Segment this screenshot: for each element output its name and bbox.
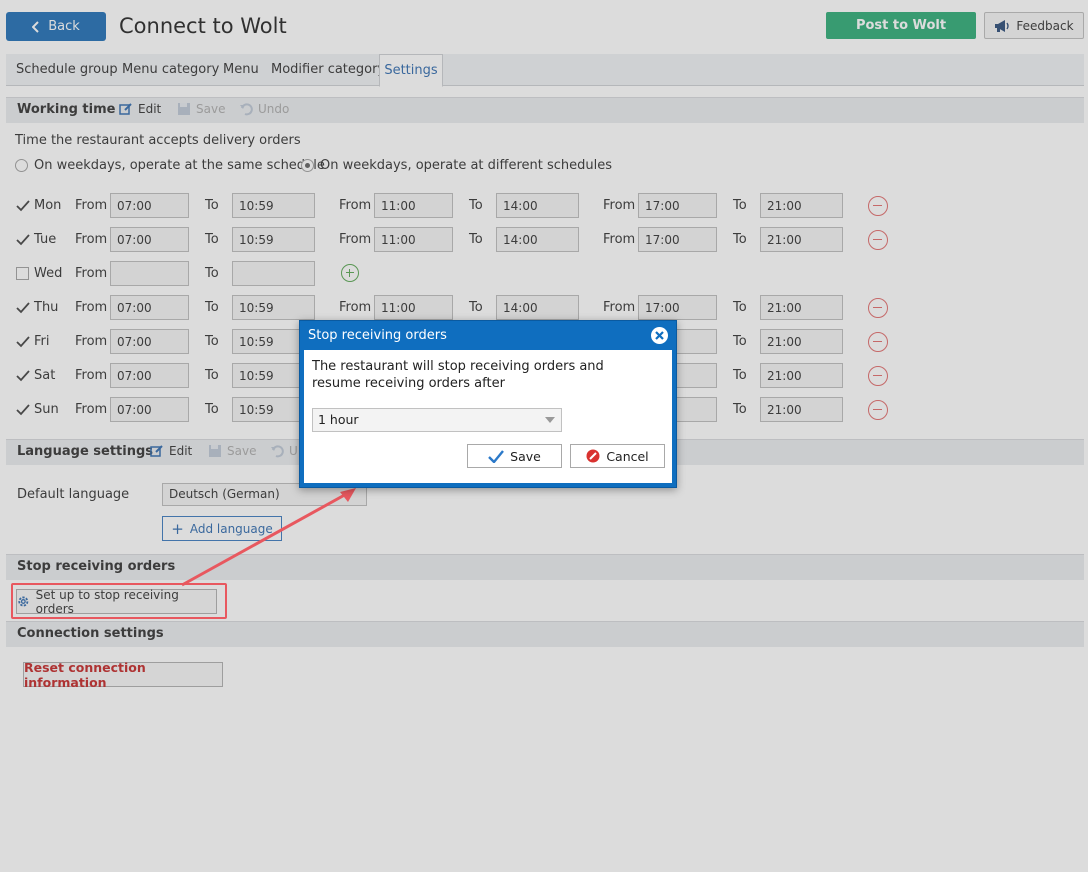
chevron-down-icon [545,417,555,423]
dialog-cancel-button[interactable]: Cancel [570,444,665,468]
dialog-save-label: Save [510,448,541,464]
dialog-body: The restaurant will stop receiving order… [304,350,672,483]
dialog-title: Stop receiving orders [308,328,447,343]
dialog-save-button[interactable]: Save [467,444,562,468]
duration-value: 1 hour [318,412,359,427]
dialog-cancel-label: Cancel [606,448,649,464]
stop-orders-dialog: Stop receiving orders The restaurant wil… [299,320,677,488]
duration-select[interactable]: 1 hour [312,408,562,432]
annotation-arrow [181,488,356,587]
close-icon[interactable] [651,327,668,344]
checkmark-icon [488,449,505,463]
dialog-message: The restaurant will stop receiving order… [312,359,604,391]
cancel-icon [586,449,600,463]
